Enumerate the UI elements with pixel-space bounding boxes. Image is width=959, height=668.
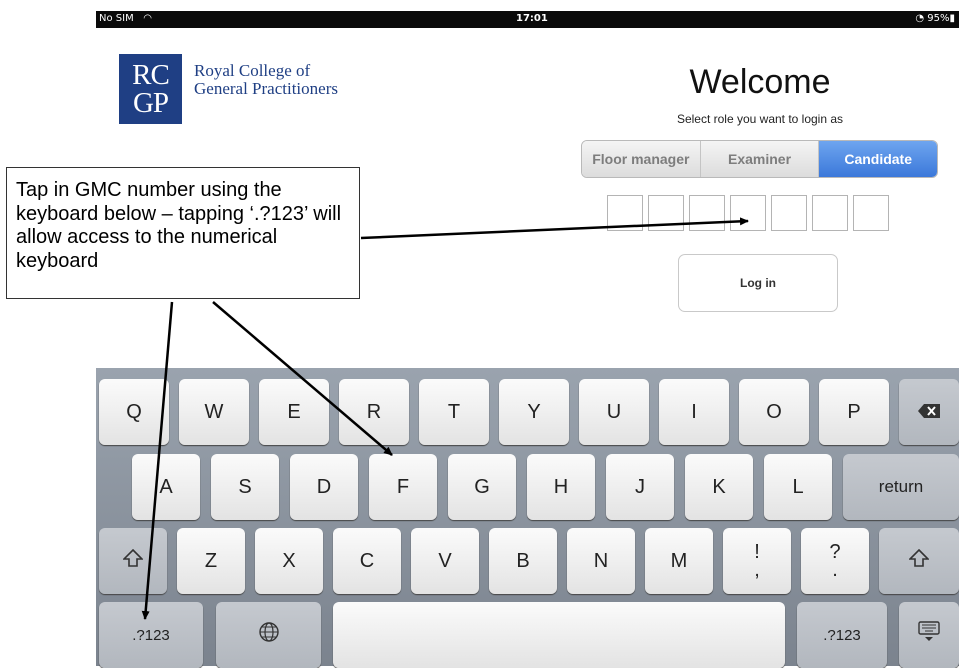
key-question-period[interactable]: ? . (801, 528, 869, 594)
role-candidate[interactable]: Candidate (819, 141, 937, 177)
key-e[interactable]: E (259, 379, 329, 445)
globe-key[interactable] (216, 602, 321, 668)
key-w[interactable]: W (179, 379, 249, 445)
logo-initials-top: RC (132, 59, 170, 91)
key-o[interactable]: O (739, 379, 809, 445)
role-examiner[interactable]: Examiner (700, 141, 820, 177)
key-d[interactable]: D (290, 454, 358, 520)
logo-name: Royal College of General Practitioners (194, 62, 374, 98)
key-v[interactable]: V (411, 528, 479, 594)
digit-box[interactable] (771, 195, 807, 231)
numbers-key-right[interactable]: .?123 (797, 602, 887, 668)
key-g[interactable]: G (448, 454, 516, 520)
key-t[interactable]: T (419, 379, 489, 445)
instruction-callout: Tap in GMC number using the keyboard bel… (6, 167, 360, 299)
digit-box[interactable] (853, 195, 889, 231)
digit-box[interactable] (689, 195, 725, 231)
digit-box[interactable] (812, 195, 848, 231)
key-l[interactable]: L (764, 454, 832, 520)
backspace-icon (918, 401, 940, 424)
status-bar: No SIM ◠ 17:01 ◔ 95%▮ (96, 11, 959, 28)
key-q[interactable]: Q (99, 379, 169, 445)
shift-key-left[interactable] (99, 528, 167, 594)
battery-indicator: ◔ 95%▮ (915, 13, 955, 24)
wifi-icon: ◠ (136, 13, 152, 24)
key-b[interactable]: B (489, 528, 557, 594)
shift-key-right[interactable] (879, 528, 959, 594)
key-bottom-char: . (832, 559, 838, 581)
onscreen-keyboard: Q W E R T Y U I O P A S D F G H J K L re… (96, 368, 959, 668)
digit-box[interactable] (730, 195, 766, 231)
key-c[interactable]: C (333, 528, 401, 594)
hide-keyboard-icon (917, 621, 941, 649)
rotation-lock-icon: ◔ (915, 13, 925, 24)
digit-box[interactable] (607, 195, 643, 231)
logo-name-line2: General Practitioners (194, 79, 338, 98)
key-h[interactable]: H (527, 454, 595, 520)
key-j[interactable]: J (606, 454, 674, 520)
key-bottom-char: , (754, 559, 760, 581)
logo-name-line1: Royal College of (194, 61, 311, 80)
battery-icon: ▮ (949, 13, 955, 24)
key-exclaim-comma[interactable]: ! , (723, 528, 791, 594)
role-selector: Floor manager Examiner Candidate (581, 140, 938, 178)
shift-icon (908, 548, 930, 573)
carrier-label: No SIM ◠ (99, 13, 152, 24)
globe-icon (258, 621, 280, 649)
numbers-key-left[interactable]: .?123 (99, 602, 203, 668)
backspace-key[interactable] (899, 379, 959, 445)
key-z[interactable]: Z (177, 528, 245, 594)
digit-box[interactable] (648, 195, 684, 231)
shift-icon (122, 548, 144, 573)
key-k[interactable]: K (685, 454, 753, 520)
key-a[interactable]: A (132, 454, 200, 520)
welcome-title: Welcome (689, 63, 831, 101)
rcgp-logo: RC GP Royal College of General Practitio… (116, 50, 356, 130)
key-f[interactable]: F (369, 454, 437, 520)
key-s[interactable]: S (211, 454, 279, 520)
gmc-number-input (607, 195, 889, 231)
key-y[interactable]: Y (499, 379, 569, 445)
logo-mark: RC GP (119, 54, 182, 124)
login-button[interactable]: Log in (678, 254, 838, 312)
role-floor-manager[interactable]: Floor manager (582, 141, 701, 177)
key-p[interactable]: P (819, 379, 889, 445)
key-i[interactable]: I (659, 379, 729, 445)
key-r[interactable]: R (339, 379, 409, 445)
logo-initials-bottom: GP (132, 87, 169, 119)
key-x[interactable]: X (255, 528, 323, 594)
space-key[interactable] (333, 602, 785, 668)
key-u[interactable]: U (579, 379, 649, 445)
key-m[interactable]: M (645, 528, 713, 594)
role-prompt: Select role you want to login as (676, 112, 844, 126)
return-key[interactable]: return (843, 454, 959, 520)
status-time: 17:01 (516, 13, 548, 24)
key-n[interactable]: N (567, 528, 635, 594)
hide-keyboard-key[interactable] (899, 602, 959, 668)
